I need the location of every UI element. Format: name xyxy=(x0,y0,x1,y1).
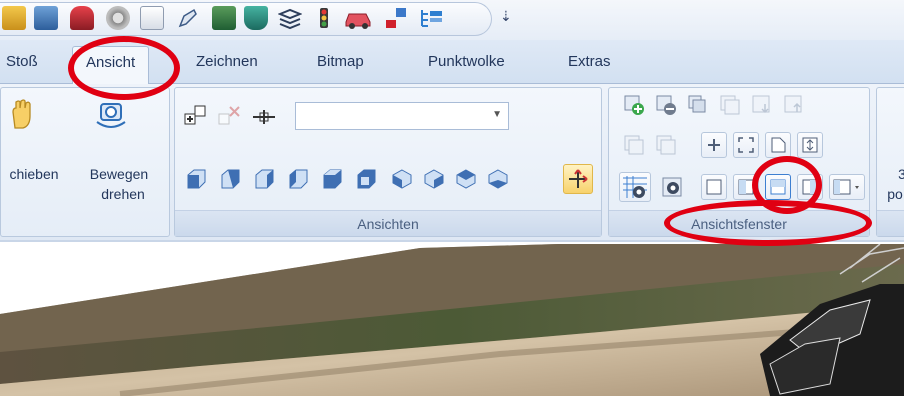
tab-stoss[interactable]: Stoß xyxy=(6,53,38,70)
extra-label-line2[interactable]: po xyxy=(885,184,904,204)
view-back-cube-icon[interactable] xyxy=(217,166,243,192)
tab-extras[interactable]: Extras xyxy=(568,53,611,70)
document-icon[interactable] xyxy=(140,6,164,30)
view-iso3-icon[interactable] xyxy=(453,166,479,192)
view-right-cube-icon[interactable] xyxy=(285,166,311,192)
view-iso4-icon[interactable] xyxy=(485,166,511,192)
expand-frame-icon[interactable] xyxy=(797,132,823,158)
highlight-ansicht-tab xyxy=(68,36,180,100)
extra-label-line1[interactable]: 3 xyxy=(895,164,904,184)
axis-orient-icon[interactable] xyxy=(563,164,593,194)
layout-single-icon[interactable] xyxy=(701,174,727,200)
tab-punktwolke[interactable]: Punktwolke xyxy=(428,53,505,70)
view-top-cube-icon[interactable] xyxy=(319,166,345,192)
move-rotate-label-1[interactable]: Bewegen xyxy=(79,164,159,184)
layers-icon[interactable] xyxy=(277,6,303,30)
group-extra-partial: 3 po xyxy=(876,87,904,237)
camera-bowl-icon[interactable] xyxy=(244,6,268,30)
tree-list-icon[interactable] xyxy=(418,6,442,30)
tab-zeichnen[interactable]: Zeichnen xyxy=(196,53,258,70)
3d-viewport[interactable] xyxy=(0,244,904,396)
move-rotate-label-2[interactable]: drehen xyxy=(83,184,163,204)
customize-toolbar-icon[interactable]: ⇣ xyxy=(500,8,512,25)
viewport-download-icon xyxy=(749,92,775,118)
terrain-scene xyxy=(0,244,904,396)
open-folder-icon[interactable] xyxy=(34,6,58,30)
group-label-extra xyxy=(877,210,904,236)
group-ansichten: ▼ Ansichten xyxy=(174,87,602,237)
view-axis-icon[interactable] xyxy=(251,104,277,130)
cascade2-viewport-icon xyxy=(653,132,679,158)
traffic-light-icon[interactable] xyxy=(312,6,336,30)
flag-icon[interactable] xyxy=(384,6,408,30)
view-front-cube-icon[interactable] xyxy=(183,166,209,192)
hand-pan-icon[interactable] xyxy=(5,98,39,132)
rotate-camera-icon[interactable] xyxy=(93,96,129,132)
stack-viewport-icon[interactable] xyxy=(685,92,711,118)
group-label-ansichten: Ansichten xyxy=(175,210,601,236)
page-corner-icon[interactable] xyxy=(765,132,791,158)
group-navigation: chieben Bewegen drehen xyxy=(0,87,170,237)
view-iso1-icon[interactable] xyxy=(389,166,415,192)
view-left-cube-icon[interactable] xyxy=(251,166,277,192)
tab-bitmap[interactable]: Bitmap xyxy=(317,53,364,70)
pen-icon[interactable] xyxy=(176,6,200,30)
quick-access-toolbar: ⇣ xyxy=(0,0,904,40)
save-view-icon[interactable] xyxy=(183,104,209,130)
cascade-viewport-icon xyxy=(621,132,647,158)
wheel-icon[interactable] xyxy=(106,6,130,30)
add-viewport-icon[interactable] xyxy=(621,92,647,118)
view-select-combo[interactable]: ▼ xyxy=(295,102,509,130)
remove-viewport-icon[interactable] xyxy=(653,92,679,118)
highlight-ansichtsfenster-group xyxy=(664,200,872,246)
grid-gear-icon[interactable] xyxy=(619,172,651,202)
car-icon[interactable] xyxy=(70,6,94,30)
layout-more-split-icon[interactable] xyxy=(829,174,865,200)
eye-folder-icon[interactable] xyxy=(2,6,26,30)
move-label[interactable]: chieben xyxy=(1,164,67,184)
view-iso2-icon[interactable] xyxy=(421,166,447,192)
view-bottom-cube-icon[interactable] xyxy=(353,166,379,192)
delete-view-icon xyxy=(217,104,243,130)
fit-frame-icon[interactable] xyxy=(733,132,759,158)
chevron-down-icon[interactable]: ▼ xyxy=(492,109,502,120)
gear-settings-icon[interactable] xyxy=(659,174,685,200)
tile-viewport-icon xyxy=(717,92,743,118)
zoom-plus-icon[interactable] xyxy=(701,132,727,158)
camera-icon[interactable] xyxy=(212,6,236,30)
viewport-upload-icon xyxy=(781,92,807,118)
red-car-icon[interactable] xyxy=(344,6,371,30)
